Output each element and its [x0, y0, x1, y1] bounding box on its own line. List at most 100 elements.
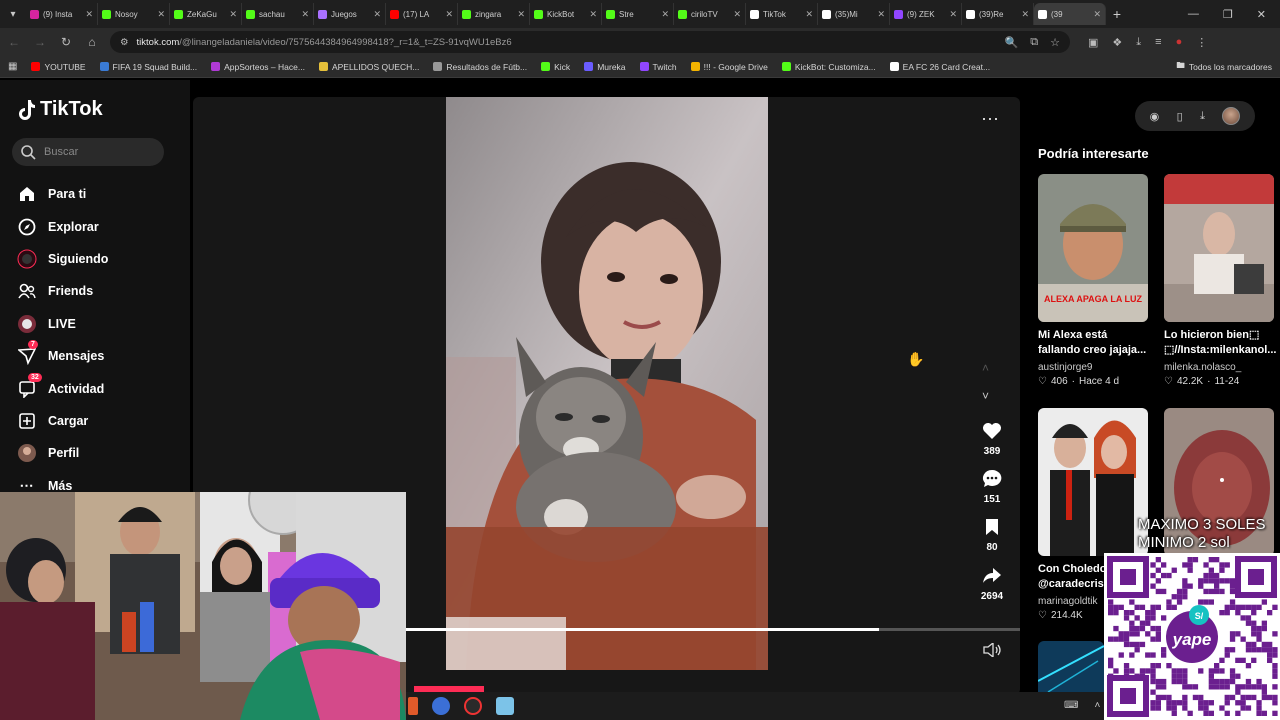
- tab-close-icon[interactable]: ✕: [229, 9, 237, 20]
- previous-video-icon[interactable]: ˄: [982, 361, 989, 375]
- obs-icon[interactable]: [464, 697, 482, 715]
- apps-grid-icon[interactable]: ▦: [8, 61, 17, 72]
- nav-item-live[interactable]: LIVE: [16, 308, 108, 340]
- browser-tab[interactable]: TikTok ✕: [746, 3, 818, 25]
- new-tab-button[interactable]: +: [1106, 6, 1128, 22]
- tab-close-icon[interactable]: ✕: [877, 9, 885, 20]
- like-button[interactable]: 389: [969, 419, 1015, 457]
- nav-item-explorar[interactable]: Explorar: [16, 210, 108, 242]
- tab-close-icon[interactable]: ✕: [661, 9, 669, 20]
- browser-tab[interactable]: (39 ✕: [1034, 3, 1106, 25]
- get-app-icon[interactable]: ⤓: [1200, 110, 1205, 123]
- tab-close-icon[interactable]: ✕: [1093, 9, 1101, 20]
- browser-tab[interactable]: Juegos ✕: [314, 3, 386, 25]
- search-box[interactable]: [12, 138, 164, 166]
- comment-button[interactable]: 151: [969, 467, 1015, 505]
- browser-menu-icon[interactable]: ⋮: [1196, 36, 1207, 49]
- next-video-icon[interactable]: ˅: [982, 389, 989, 403]
- close-window-icon[interactable]: ✕: [1257, 8, 1266, 21]
- browser-tab[interactable]: (39)Re ✕: [962, 3, 1034, 25]
- bookmark-star-icon[interactable]: ☆: [1050, 36, 1060, 49]
- app-icon[interactable]: [408, 697, 418, 715]
- extensions-puzzle-icon[interactable]: ❖: [1112, 36, 1122, 49]
- install-icon[interactable]: ⧉: [1030, 36, 1038, 49]
- all-bookmarks-button[interactable]: 🖿 Todos los marcadores: [1176, 60, 1272, 74]
- volume-icon[interactable]: [983, 643, 1001, 657]
- tab-close-icon[interactable]: ✕: [805, 9, 813, 20]
- bookmark-item[interactable]: YOUTUBE: [31, 62, 86, 72]
- coins-icon[interactable]: ◉: [1150, 110, 1160, 123]
- bookmark-item[interactable]: Kick: [541, 62, 570, 72]
- bookmark-item[interactable]: Resultados de Fútb...: [433, 62, 527, 72]
- browser-tab[interactable]: Stre ✕: [602, 3, 674, 25]
- address-bar[interactable]: ⚙ tiktok.com/@linangeladaniela/video/757…: [110, 31, 1070, 53]
- tab-close-icon[interactable]: ✕: [1021, 9, 1029, 20]
- video-progress-bar[interactable]: [405, 628, 1020, 631]
- nav-item-cargar[interactable]: Cargar: [16, 405, 108, 437]
- browser-tab[interactable]: (9) ZEK ✕: [890, 3, 962, 25]
- save-button[interactable]: 80: [969, 515, 1015, 553]
- back-icon[interactable]: ←: [6, 35, 22, 49]
- tiktok-logo[interactable]: TikTok: [16, 98, 103, 121]
- device-icon[interactable]: ▯: [1177, 110, 1183, 123]
- bookmark-item[interactable]: KickBot: Customiza...: [781, 62, 876, 72]
- bookmark-label: APELLIDOS QUECH...: [331, 61, 420, 72]
- suggested-thumbnail[interactable]: [1038, 641, 1104, 692]
- suggested-card[interactable]: ALEXA APAGA LA LUZ Mi Alexa está falland…: [1038, 174, 1150, 387]
- nav-item-perfil[interactable]: Perfil: [16, 437, 108, 469]
- reading-list-icon[interactable]: ≡: [1155, 36, 1161, 49]
- bookmark-item[interactable]: Twitch: [639, 62, 677, 72]
- browser-tab[interactable]: (35)Mi ✕: [818, 3, 890, 25]
- home-browser-icon[interactable]: ⌂: [84, 35, 100, 49]
- bookmark-item[interactable]: FIFA 19 Squad Build...: [99, 62, 197, 72]
- reload-icon[interactable]: ↻: [58, 35, 74, 49]
- nav-item-siguiendo[interactable]: Siguiendo: [16, 243, 108, 275]
- zoom-icon[interactable]: 🔍: [1005, 36, 1019, 49]
- bookmark-item[interactable]: APELLIDOS QUECH...: [318, 61, 420, 72]
- bookmark-item[interactable]: EA FC 26 Card Creat...: [889, 62, 990, 72]
- qr-module: [1256, 625, 1262, 632]
- browser-tab[interactable]: Nosoy ✕: [98, 3, 170, 25]
- video-player[interactable]: [446, 97, 768, 670]
- browser-tab[interactable]: (17) LA ✕: [386, 3, 458, 25]
- browser-tab[interactable]: sachau ✕: [242, 3, 314, 25]
- browser-tab[interactable]: zingara ✕: [458, 3, 530, 25]
- minimize-icon[interactable]: —: [1188, 8, 1199, 21]
- restore-icon[interactable]: ❐: [1223, 8, 1233, 21]
- suggested-card[interactable]: Lo hicieron bien⬚ ⬚//Insta:milenkanol...…: [1164, 174, 1276, 387]
- profile-browser-icon[interactable]: ●: [1176, 36, 1183, 49]
- tab-close-icon[interactable]: ✕: [949, 9, 957, 20]
- browser-tab[interactable]: ZeKaGu ✕: [170, 3, 242, 25]
- tab-close-icon[interactable]: ✕: [301, 9, 309, 20]
- bookmark-item[interactable]: AppSorteos – Hace...: [211, 62, 305, 72]
- nav-item-mensajes[interactable]: 7 Mensajes: [16, 340, 108, 372]
- app-icon[interactable]: [496, 697, 514, 715]
- download-icon[interactable]: ⤓: [1136, 36, 1141, 49]
- user-avatar[interactable]: [1222, 107, 1241, 125]
- tab-search-button[interactable]: ▾: [0, 0, 26, 28]
- keyboard-icon[interactable]: ⌨: [1064, 700, 1078, 711]
- tab-close-icon[interactable]: ✕: [589, 9, 597, 20]
- forward-icon[interactable]: →: [32, 35, 48, 49]
- tab-close-icon[interactable]: ✕: [517, 9, 525, 20]
- more-options-icon[interactable]: ⋯: [981, 109, 1000, 130]
- tab-close-icon[interactable]: ✕: [445, 9, 453, 20]
- browser-tab[interactable]: (9) Insta ✕: [26, 3, 98, 25]
- extension-icon[interactable]: ▣: [1088, 36, 1098, 49]
- tab-close-icon[interactable]: ✕: [733, 9, 741, 20]
- search-input[interactable]: [44, 146, 154, 158]
- share-button[interactable]: 2694: [969, 564, 1015, 602]
- browser-tab[interactable]: KickBot ✕: [530, 3, 602, 25]
- nav-item-para-ti[interactable]: Para ti: [16, 178, 108, 210]
- nav-item-actividad[interactable]: 32 Actividad: [16, 372, 108, 404]
- bookmark-item[interactable]: !!! - Google Drive: [690, 62, 768, 72]
- tab-close-icon[interactable]: ✕: [157, 9, 165, 20]
- bookmark-item[interactable]: Mureka: [584, 62, 626, 72]
- browser-tab[interactable]: ciriloTV ✕: [674, 3, 746, 25]
- app-icon[interactable]: [432, 697, 450, 715]
- nav-item-friends[interactable]: Friends: [16, 275, 108, 307]
- tab-close-icon[interactable]: ✕: [373, 9, 381, 20]
- tray-expand-icon[interactable]: ˄: [1094, 700, 1100, 711]
- tab-close-icon[interactable]: ✕: [85, 9, 93, 20]
- site-info-icon[interactable]: ⚙: [120, 37, 129, 48]
